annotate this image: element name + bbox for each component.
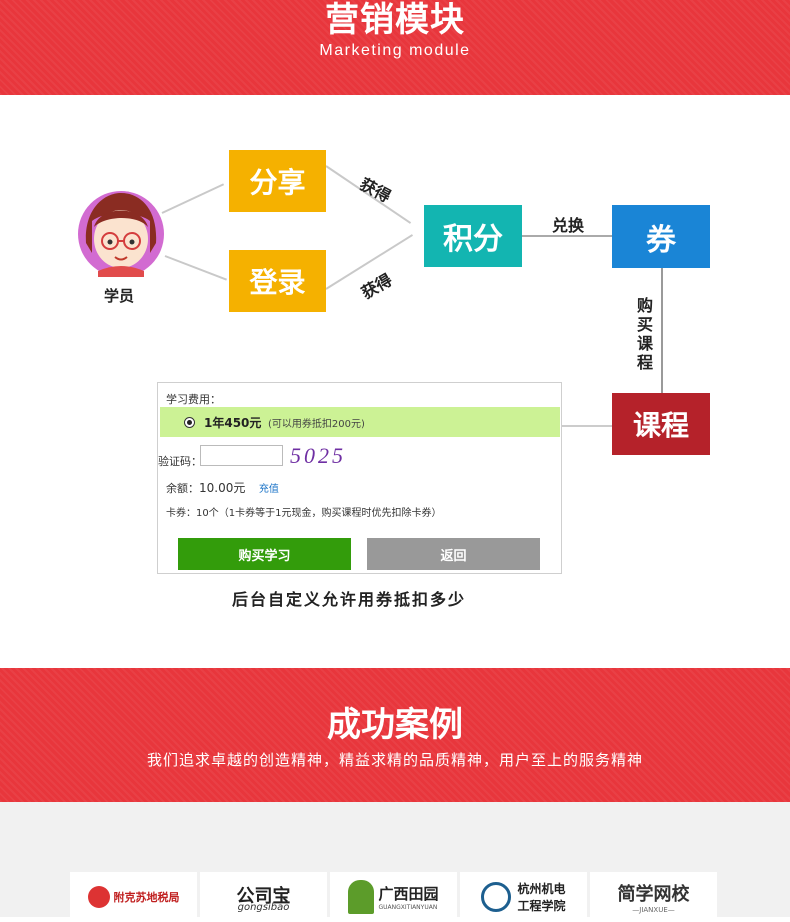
share-box: 分享 xyxy=(229,150,326,212)
client-logo[interactable]: 广西田园 GUANGXITIANYUAN xyxy=(330,872,457,922)
logo-text-group: 广西田园 GUANGXITIANYUAN xyxy=(378,883,438,911)
recharge-link[interactable]: 充值 xyxy=(259,484,279,495)
radio-selected-icon[interactable] xyxy=(184,417,195,428)
farmer-mascot-icon xyxy=(348,880,375,914)
connector-line xyxy=(661,267,663,394)
logo-text: 简学网校 xyxy=(617,884,690,905)
connector-line xyxy=(161,183,225,214)
coupon-info: 卡券：10个（1卡券等于1元现金，购买课程时优先扣除卡券） xyxy=(166,508,442,519)
course-box: 课程 xyxy=(612,393,710,455)
buy-course-label: 购买课程 xyxy=(637,296,655,372)
coupon-box: 券 xyxy=(612,205,710,268)
header-banner: 营销模块 Marketing module xyxy=(0,0,790,95)
marketing-diagram: 学员 分享 登录 积分 券 课程 获得 获得 兑换 购买课程 学习费用： 1年4… xyxy=(0,95,790,668)
logo-subtext: —JIANXUE— xyxy=(632,906,675,914)
earn-label: 获得 xyxy=(358,270,396,303)
logo-subtext: GUANGXITIANYUAN xyxy=(378,904,438,911)
fee-label: 学习费用： xyxy=(166,393,221,406)
captcha-label: 验证码： xyxy=(158,455,202,468)
diagram-caption: 后台自定义允许用券抵扣多少 xyxy=(232,590,467,609)
client-logo[interactable]: 杭州机电 工程学院 xyxy=(460,872,587,922)
connector-line xyxy=(562,425,614,427)
success-subtitle: 我们追求卓越的创造精神，精益求精的品质精神，用户至上的服务精神 xyxy=(146,751,643,769)
plan-option[interactable]: 1年450元 (可以用券抵扣200元) xyxy=(160,407,560,437)
back-button[interactable]: 返回 xyxy=(367,538,540,570)
login-box: 登录 xyxy=(229,250,326,312)
plan-note: (可以用券抵扣200元) xyxy=(268,419,365,430)
college-seal-icon xyxy=(481,882,512,912)
tax-emblem-icon xyxy=(87,886,110,908)
buy-button[interactable]: 购买学习 xyxy=(178,538,351,570)
student-label: 学员 xyxy=(104,287,135,305)
logo-subtext: gongsibao xyxy=(237,901,290,913)
student-avatar-icon xyxy=(78,191,164,277)
captcha-image[interactable]: 5025 xyxy=(290,443,354,469)
logo-text-group: 杭州机电 工程学院 xyxy=(517,880,565,914)
points-box: 积分 xyxy=(424,205,522,267)
captcha-code: 5025 xyxy=(290,443,346,468)
section-subtitle: Marketing module xyxy=(319,42,471,59)
success-banner: 成功案例 我们追求卓越的创造精神，精益求精的品质精神，用户至上的服务精神 xyxy=(0,668,790,802)
logo-text: 附克苏地税局 xyxy=(113,891,180,904)
client-logo[interactable]: 附克苏地税局 xyxy=(70,872,197,922)
avatar xyxy=(78,191,164,277)
success-title: 成功案例 xyxy=(327,705,463,745)
client-logos: 附克苏地税局 公司宝 gongsibao 广西田园 GUANGXITIANYUA… xyxy=(0,802,790,922)
section-title: 营销模块 xyxy=(325,0,465,40)
logo-subtext: 工程学院 xyxy=(517,899,566,913)
balance-value: 10.00元 xyxy=(199,481,246,495)
balance-row: 余额：10.00元 充值 xyxy=(166,479,279,496)
logo-text: 杭州机电 xyxy=(517,882,566,896)
payment-panel: 学习费用： 1年450元 (可以用券抵扣200元) 验证码： 5025 余额：1… xyxy=(157,382,562,574)
balance-label: 余额： xyxy=(166,482,199,495)
earn-label: 获得 xyxy=(356,174,394,207)
plan-price: 1年450元 xyxy=(204,416,262,430)
client-logo[interactable]: 简学网校 —JIANXUE— xyxy=(590,872,717,922)
logo-text: 广西田园 xyxy=(378,885,439,903)
exchange-label: 兑换 xyxy=(552,216,585,235)
client-logo[interactable]: 公司宝 gongsibao xyxy=(200,872,327,922)
connector-line xyxy=(164,255,227,281)
captcha-input[interactable] xyxy=(200,445,283,466)
